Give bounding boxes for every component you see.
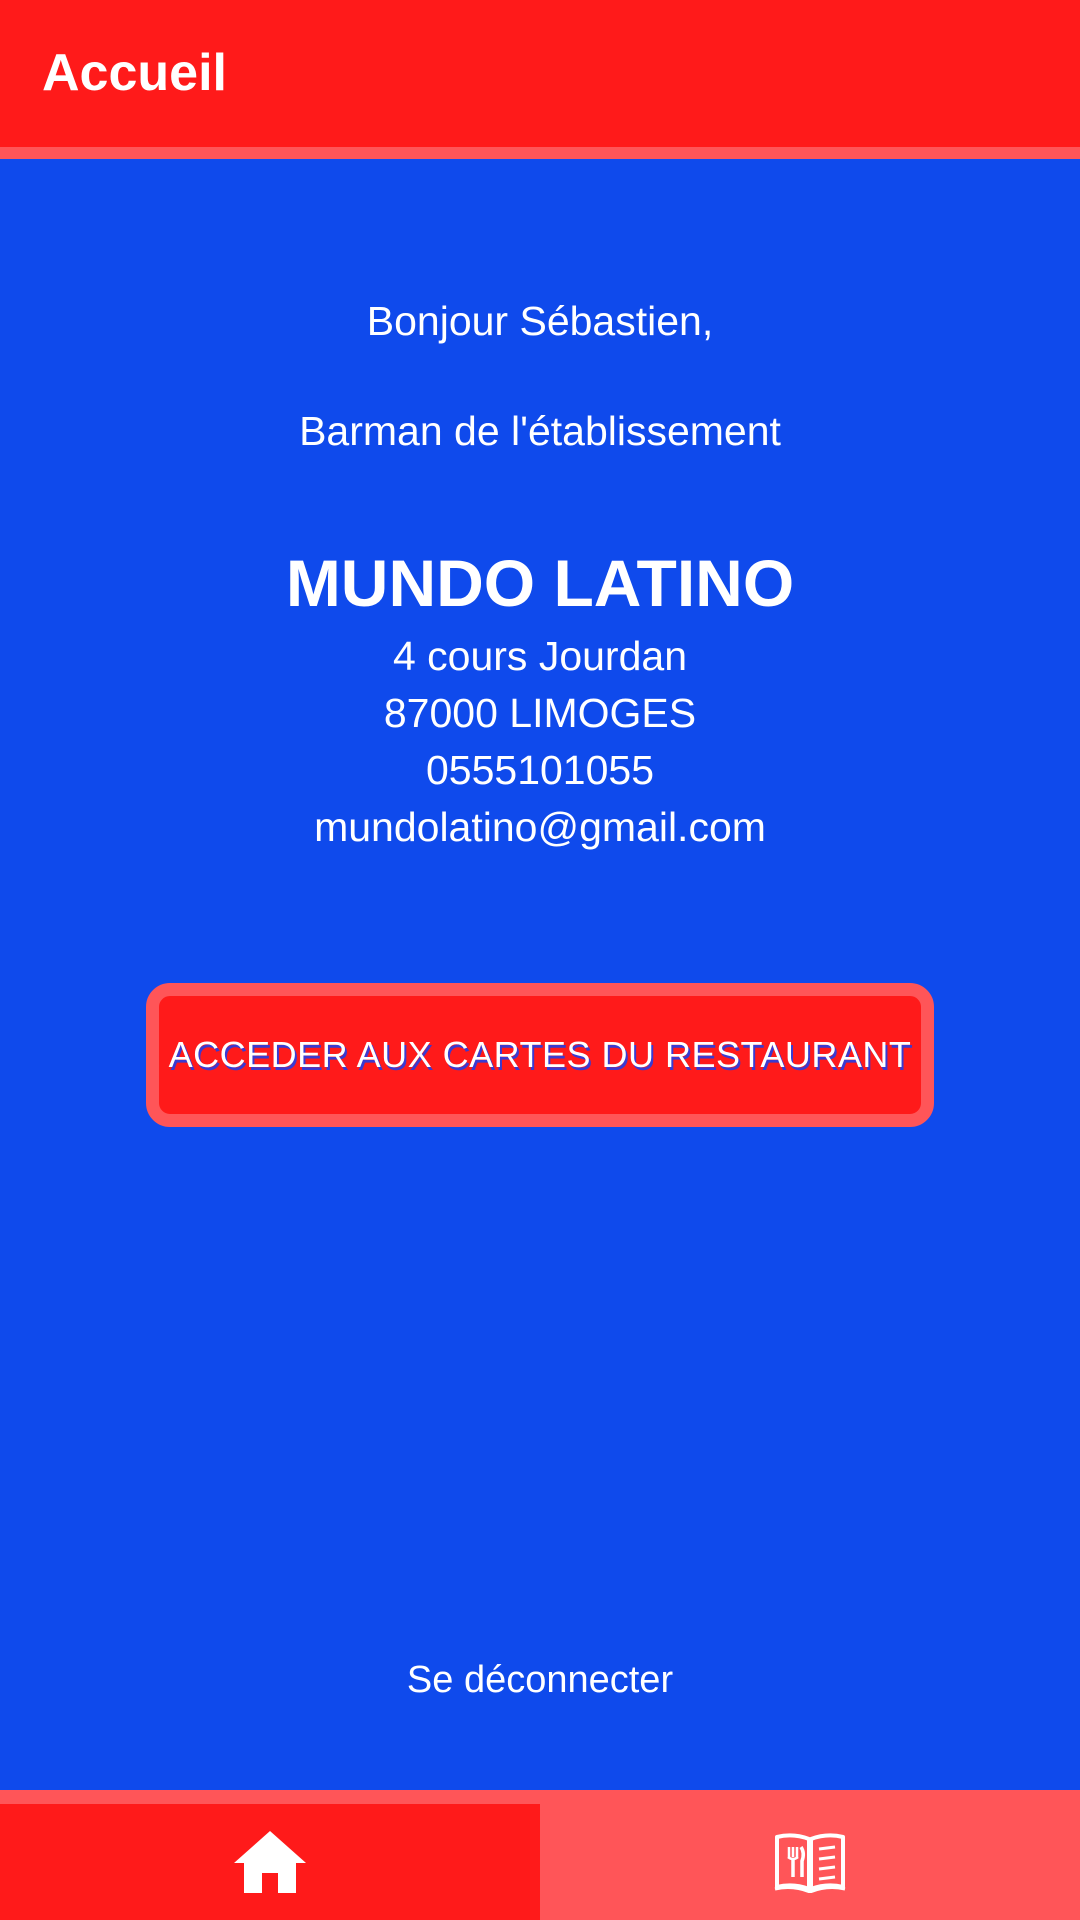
restaurant-phone: 0555101055 [425,747,655,793]
logout-link[interactable]: Se déconnecter [0,1655,1080,1705]
nav-tab-home[interactable] [0,1804,540,1920]
app-header: Accueil [0,0,1080,147]
menu-book-icon [774,1833,846,1893]
greeting-text: Bonjour Sébastien, [366,298,714,344]
access-menus-button[interactable]: ACCEDER AUX CARTES DU RESTAURANT [146,983,934,1127]
app-screen: Accueil Bonjour Sébastien, Barman de l'é… [0,0,1080,1920]
bottom-navigation [0,1790,1080,1920]
page-title: Accueil [42,44,227,102]
restaurant-address: 4 cours Jourdan [392,633,687,679]
home-icon [234,1831,306,1893]
restaurant-name: MUNDO LATINO [285,546,795,620]
restaurant-email: mundolatino@gmail.com [314,804,766,850]
access-menus-button-label: ACCEDER AUX CARTES DU RESTAURANT [168,1034,912,1075]
nav-tab-menus[interactable] [540,1804,1080,1920]
role-text: Barman de l'établissement [299,408,781,454]
header-divider [0,147,1080,159]
restaurant-city: 87000 LIMOGES [383,690,697,736]
